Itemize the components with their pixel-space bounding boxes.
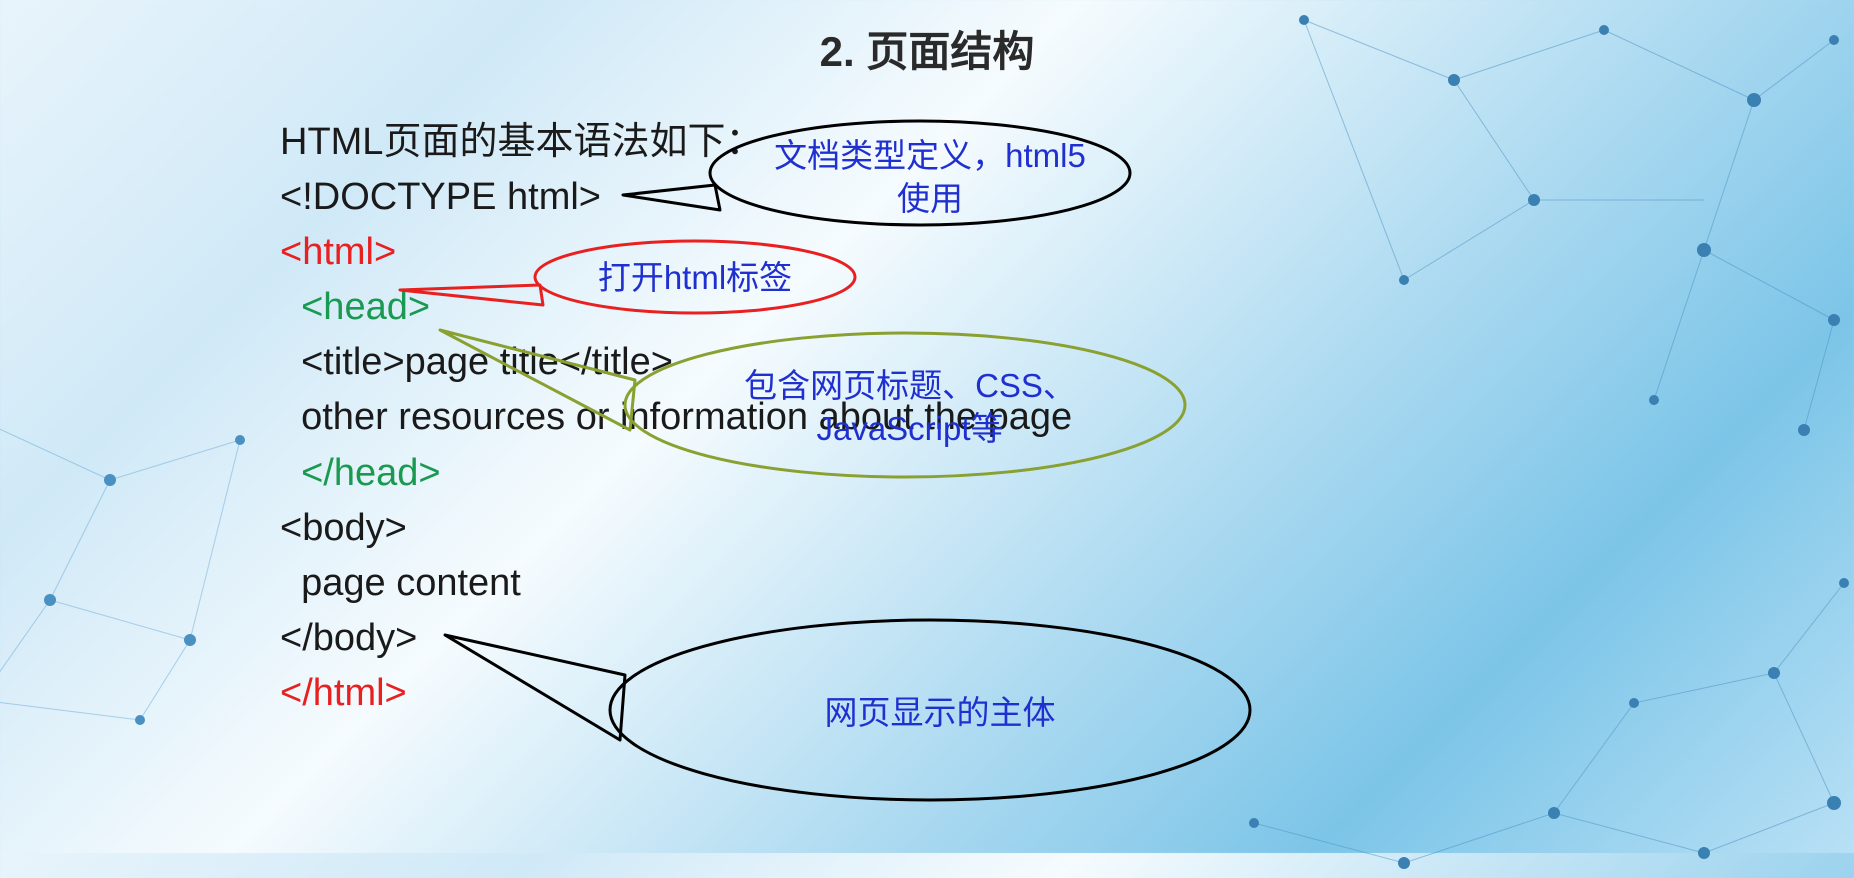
bg-decoration-bottom-right [1154,523,1854,873]
intro-text: HTML页面的基本语法如下： [280,115,1072,170]
code-body-open: <body> [280,501,1072,556]
code-doctype: <!DOCTYPE html> [280,170,1072,225]
code-other-line: other resources or information about the… [280,390,1072,445]
code-html-close: </html> [280,666,1072,721]
bg-decoration-left [0,380,310,730]
code-head-open: <head> [280,280,1072,335]
code-block: HTML页面的基本语法如下： <!DOCTYPE html> <html> <h… [280,115,1072,721]
section-title: 2. 页面结构 [820,18,1035,79]
code-html-open: <html> [280,225,1072,280]
code-page-content: page content [280,556,1072,611]
code-head-close: </head> [280,446,1072,501]
code-body-close: </body> [280,611,1072,666]
code-title-line: <title>page title</title> [280,335,1072,390]
bg-decoration-top-right [1254,0,1854,450]
